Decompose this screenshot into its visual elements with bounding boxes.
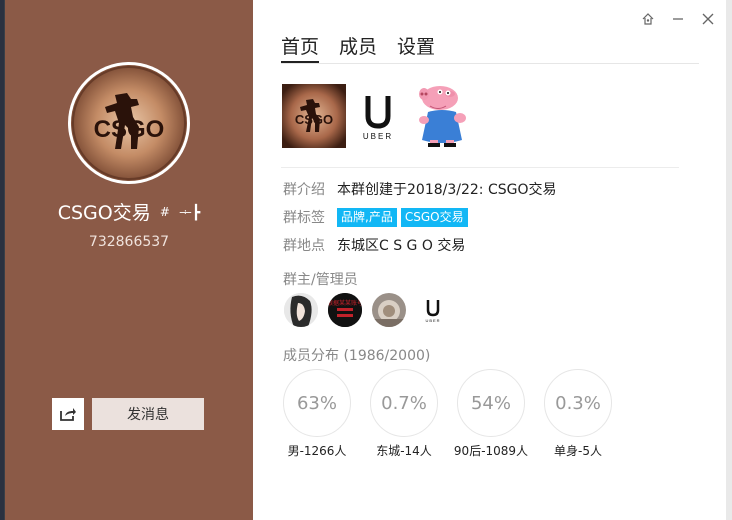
- background-right: [726, 0, 732, 520]
- skin-icon: [642, 13, 654, 25]
- group-location-row: 群地点 东城区C S G O 交易: [283, 235, 465, 255]
- stat-age[interactable]: 54%: [457, 369, 525, 437]
- share-button[interactable]: [52, 398, 84, 430]
- stat-age-label: 90后-1089人: [453, 444, 529, 458]
- tag-brand[interactable]: 品牌,产品: [337, 207, 397, 227]
- group-intro-row: 群介绍 本群创建于2018/3/22: CSGO交易: [283, 179, 556, 199]
- admin-avatar-1[interactable]: [284, 293, 318, 327]
- stat-single-label: 单身-5人: [554, 444, 602, 458]
- skin-button[interactable]: [639, 10, 657, 28]
- group-location-value: 东城区C S G O 交易: [337, 238, 466, 254]
- admins-title: 群主/管理员: [283, 272, 358, 288]
- stat-single[interactable]: 0.3%: [544, 369, 612, 437]
- group-name: CSGO交易: [57, 202, 151, 224]
- group-tags-row: 群标签 品牌,产品 CSGO交易: [283, 207, 472, 227]
- group-intro-value: 本群创建于2018/3/22: CSGO交易: [337, 182, 557, 198]
- group-name-row: CSGO交易 # ᆠ┣: [5, 198, 253, 225]
- tab-members[interactable]: 成员: [339, 32, 377, 63]
- group-name-hash: #: [159, 204, 170, 219]
- stat-district-label: 东城-14人: [376, 444, 432, 458]
- admin-avatar-2-text: 根据某某账号: [328, 299, 362, 307]
- profile-panel: CSGO CSGO交易 # ᆠ┣ 732866537 发消息: [5, 0, 253, 520]
- tab-divider: [281, 63, 699, 64]
- admin-avatar-4[interactable]: UBER: [416, 293, 450, 327]
- section-divider: [281, 167, 679, 168]
- group-intro-label: 群介绍: [283, 182, 325, 198]
- stat-gender-label: 男-1266人: [287, 444, 347, 458]
- group-photo-pig[interactable]: [410, 84, 480, 148]
- group-photo-csgo[interactable]: CSGO: [282, 84, 346, 148]
- tab-settings[interactable]: 设置: [397, 32, 435, 63]
- group-name-symbol: ᆠ┣: [178, 204, 201, 221]
- tab-home[interactable]: 首页: [281, 32, 320, 63]
- members-title: 成员分布 (1986/2000): [283, 348, 431, 364]
- avatar-text: CSGO: [94, 116, 165, 143]
- photo-uber-text: UBER: [363, 132, 393, 141]
- tag-csgo-trade[interactable]: CSGO交易: [400, 207, 468, 227]
- send-message-button[interactable]: 发消息: [92, 398, 204, 430]
- share-icon: [60, 408, 76, 421]
- admin-avatar-3[interactable]: [372, 293, 406, 327]
- tab-bar: 首页 成员 设置: [281, 32, 455, 64]
- minimize-icon: [673, 18, 683, 20]
- stat-gender[interactable]: 63%: [283, 369, 351, 437]
- close-button[interactable]: [699, 10, 717, 28]
- close-icon: [702, 13, 714, 25]
- admin-avatar-4-text: UBER: [425, 318, 440, 323]
- group-profile-window: CSGO CSGO交易 # ᆠ┣ 732866537 发消息 首页 成员 设置 …: [4, 0, 726, 520]
- group-avatar-image: CSGO: [71, 65, 187, 181]
- group-location-label: 群地点: [283, 238, 325, 254]
- group-avatar[interactable]: CSGO: [68, 62, 190, 184]
- minimize-button[interactable]: [669, 10, 687, 28]
- photo-csgo-text: CSGO: [295, 112, 333, 127]
- group-id: 732866537: [88, 234, 170, 250]
- group-photo-uber[interactable]: UBER: [346, 84, 410, 148]
- admin-avatar-2[interactable]: 根据某某账号: [328, 293, 362, 327]
- stat-district[interactable]: 0.7%: [370, 369, 438, 437]
- group-tags-label: 群标签: [283, 210, 325, 226]
